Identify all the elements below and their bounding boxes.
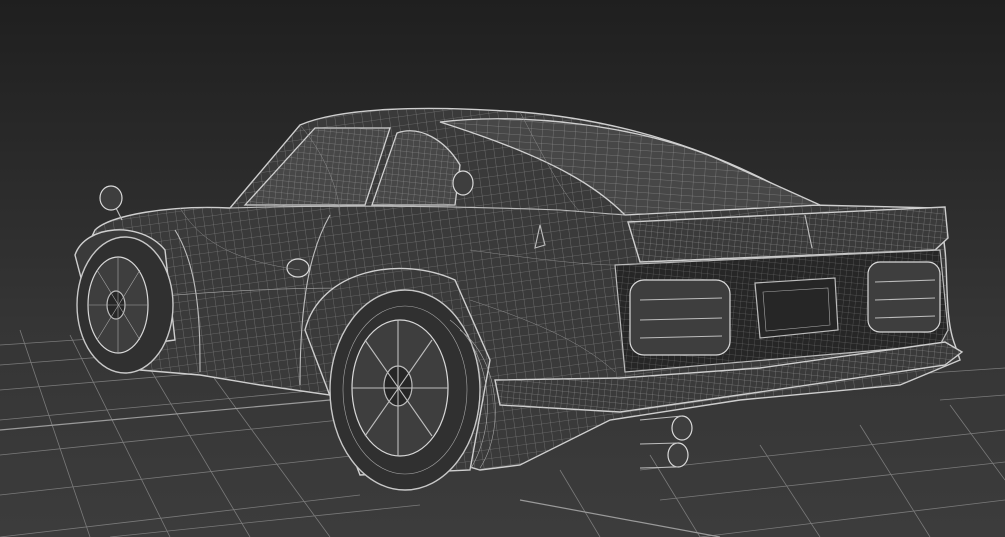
side-mirror — [99, 185, 123, 211]
tail-light-right — [867, 261, 941, 333]
side-vent-emblem — [452, 170, 474, 196]
exhaust-tip-lower — [667, 442, 689, 468]
viewport-canvas[interactable] — [0, 0, 1005, 537]
tail-light-left — [629, 279, 731, 356]
exhaust-tip-upper — [671, 415, 693, 441]
3d-viewport[interactable] — [0, 0, 1005, 537]
license-plate — [754, 277, 839, 339]
sports-car-model[interactable] — [74, 107, 964, 491]
wheel-front — [74, 229, 176, 374]
door-handle — [286, 258, 310, 278]
